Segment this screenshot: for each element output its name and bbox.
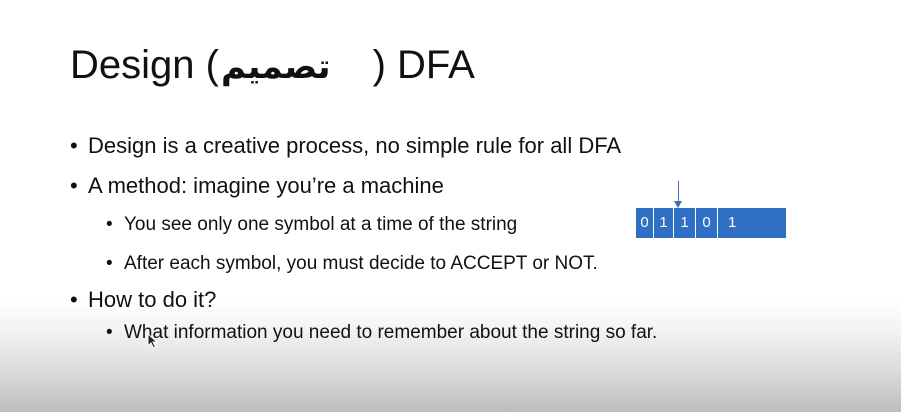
bullet-dot-icon: • [70,173,78,198]
bullet-dot-icon: • [70,287,78,312]
tape-strip: 0 1 1 0 1 [636,208,786,238]
slide: Design (تصميم ) DFA • Design is a creative… [0,0,901,412]
title-arabic: تصميم [220,47,331,87]
arrow-down-icon [674,201,682,208]
bullet-item: • Design is a creative process, no simple… [70,131,621,161]
tape-cell: 1 [674,208,696,238]
sub-bullet-item: • After each symbol, you must decide to A… [106,251,598,277]
sub-bullet-item: • You see only one symbol at a time of th… [106,212,517,238]
bullet-text: After each symbol, you must decide to AC… [124,253,598,274]
bullet-text: You see only one symbol at a time of the… [124,214,518,235]
bullet-text: How to do it? [88,287,217,312]
tape-cell: 1 [728,214,737,231]
title-prefix: Design ( [70,43,219,87]
bullet-dot-icon: • [106,322,113,343]
sub-bullet-item: • What information you need to remember a… [106,320,657,346]
bullet-item: • A method: imagine you’re a machine [70,171,444,201]
slide-title: Design (تصميم ) DFA [70,38,475,94]
bullet-dot-icon: • [70,133,78,158]
bullet-text: What information you need to remember ab… [124,322,658,343]
mouse-pointer-icon [147,333,159,349]
tape-cell: 0 [696,208,718,238]
tape-cell: 0 [636,208,654,238]
bullet-text: A method: imagine you’re a machine [88,173,444,198]
input-tape-diagram: 0 1 1 0 1 [636,181,788,239]
tape-cell: 1 [654,208,674,238]
title-suffix: ) DFA [372,43,475,87]
bullet-item: • How to do it? [70,285,216,315]
bullet-dot-icon: • [106,253,113,274]
bullet-dot-icon: • [106,214,113,235]
bullet-text: Design is a creative process, no simple … [88,133,622,158]
tape-head-arrow [678,181,679,203]
